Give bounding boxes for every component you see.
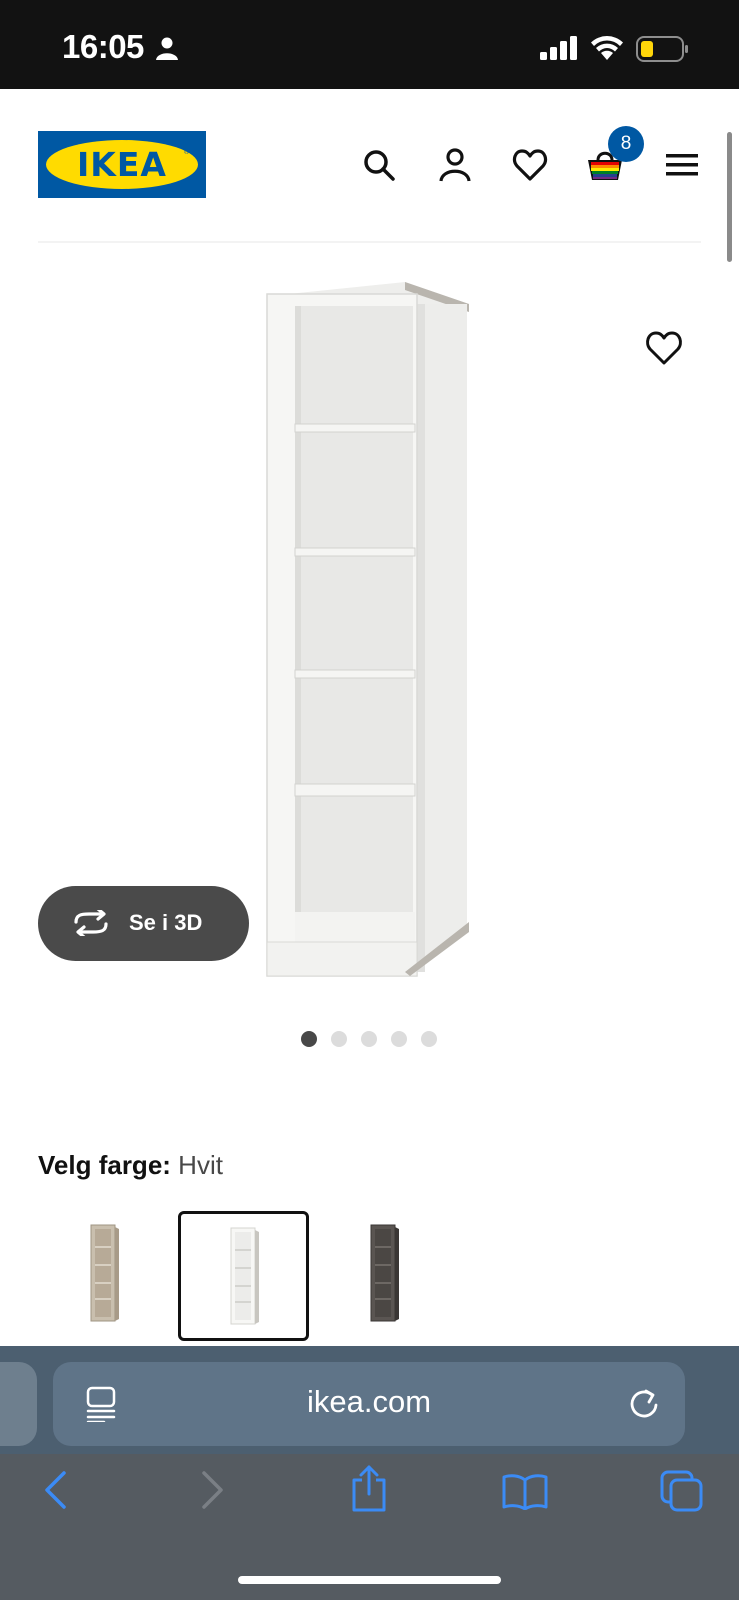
ikea-logo[interactable]: IKEA ® [38, 131, 206, 198]
color-swatch-beige[interactable] [38, 1211, 169, 1341]
share-icon[interactable] [350, 1464, 388, 1512]
color-swatch-white[interactable] [178, 1211, 309, 1341]
address-bar[interactable]: ikea.com [53, 1362, 685, 1446]
back-arrow-icon[interactable] [42, 1470, 68, 1510]
color-selector-heading: Velg farge: Hvit [38, 1150, 223, 1181]
selected-color-value: Hvit [178, 1150, 223, 1180]
view-in-3d-label: Se i 3D [129, 910, 203, 935]
product-image[interactable] [265, 282, 470, 994]
previous-tab-preview[interactable] [0, 1362, 37, 1446]
color-label: Velg farge: [38, 1150, 171, 1180]
status-time: 16:05 [62, 28, 144, 65]
carousel-dot[interactable] [361, 1031, 377, 1047]
reload-icon[interactable] [628, 1387, 660, 1421]
add-to-wishlist-heart-icon[interactable] [645, 330, 683, 366]
carousel-dot[interactable] [421, 1031, 437, 1047]
wardrobe-thumbnail [90, 1224, 119, 1322]
logo-registered-mark: ® [184, 149, 190, 156]
carousel-dot[interactable] [331, 1031, 347, 1047]
heart-icon[interactable] [512, 147, 548, 183]
carousel-dot[interactable] [301, 1031, 317, 1047]
account-icon[interactable] [437, 147, 473, 183]
carousel-dot[interactable] [391, 1031, 407, 1047]
battery-icon [636, 36, 688, 62]
logo-text: IKEA [77, 145, 167, 184]
color-swatch-dark-grey[interactable] [318, 1211, 449, 1341]
page-scrollbar[interactable] [727, 132, 732, 262]
home-indicator[interactable] [238, 1576, 501, 1584]
signal-icon [540, 36, 577, 60]
person-icon [156, 37, 178, 60]
forward-arrow-icon[interactable] [200, 1470, 226, 1510]
image-carousel-dots [301, 1031, 437, 1047]
hamburger-menu-icon[interactable] [664, 147, 700, 183]
status-bar: 16:05 [0, 0, 739, 89]
tabs-icon[interactable] [660, 1470, 704, 1512]
wifi-icon [591, 36, 623, 60]
browser-address-area: ikea.com [0, 1346, 739, 1454]
url-text: ikea.com [306, 1384, 432, 1419]
bookmarks-book-icon[interactable] [502, 1472, 548, 1510]
wardrobe-thumbnail [230, 1227, 259, 1325]
search-icon[interactable] [361, 147, 397, 183]
view-in-3d-button[interactable]: Se i 3D [38, 886, 249, 961]
site-header: IKEA ® [0, 89, 739, 239]
cart-count-badge[interactable]: 8 [608, 126, 644, 162]
header-divider [38, 241, 701, 243]
browser-toolbar: ikea.com [0, 1346, 739, 1600]
rotate-3d-icon [74, 910, 108, 936]
wardrobe-thumbnail [370, 1224, 399, 1322]
